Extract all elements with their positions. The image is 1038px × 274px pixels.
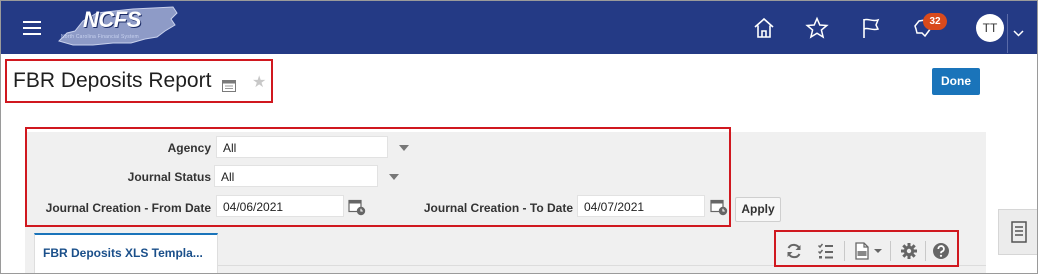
- journal-status-dropdown-icon[interactable]: [389, 174, 399, 180]
- menu-icon[interactable]: [23, 21, 41, 35]
- from-date-input[interactable]: 04/06/2021: [216, 195, 344, 217]
- refresh-icon[interactable]: [785, 242, 803, 260]
- to-date-label: Journal Creation - To Date: [423, 201, 573, 215]
- apply-button[interactable]: Apply: [735, 197, 781, 222]
- to-date-calendar-icon[interactable]: [710, 198, 728, 216]
- export-icon[interactable]: [854, 242, 884, 260]
- toolbar-separator: [925, 241, 926, 261]
- page-title: FBR Deposits Report: [13, 69, 212, 92]
- from-date-label: Journal Creation - From Date: [45, 201, 211, 215]
- toolbar-separator: [890, 241, 891, 261]
- favorite-star-icon[interactable]: ★: [252, 75, 266, 91]
- tab-label: FBR Deposits XLS Templa...: [43, 246, 203, 260]
- user-avatar[interactable]: TT: [976, 14, 1004, 42]
- journal-status-label: Journal Status: [127, 170, 211, 184]
- done-button[interactable]: Done: [932, 68, 980, 95]
- help-icon[interactable]: [932, 242, 950, 260]
- side-panel-toggle[interactable]: [998, 209, 1037, 255]
- document-panel-icon: [1011, 221, 1027, 243]
- chevron-down-icon: [1013, 30, 1024, 37]
- settings-icon[interactable]: [900, 242, 918, 260]
- home-icon[interactable]: [752, 16, 776, 40]
- checklist-icon[interactable]: [817, 242, 835, 260]
- logo-subtext: North Carolina Financial System: [61, 34, 139, 40]
- app-window: NCFS North Carolina Financial System 32 …: [0, 0, 1038, 274]
- agency-label: Agency: [167, 141, 211, 155]
- flag-icon[interactable]: [859, 16, 883, 40]
- agency-dropdown-icon[interactable]: [399, 145, 409, 151]
- tab-fbr-deposits-xls-template[interactable]: FBR Deposits XLS Templa...: [34, 233, 218, 273]
- journal-status-select[interactable]: All: [214, 165, 378, 187]
- logo-text: NCFS: [83, 7, 141, 32]
- star-icon[interactable]: [805, 16, 829, 40]
- calendar-icon[interactable]: [222, 79, 236, 92]
- toolbar-separator: [844, 241, 845, 261]
- ncfs-logo[interactable]: NCFS North Carolina Financial System: [53, 3, 181, 51]
- notification-badge: 32: [923, 13, 947, 30]
- user-menu-button[interactable]: [1007, 14, 1028, 53]
- to-date-input[interactable]: 04/07/2021: [577, 195, 705, 217]
- top-bar: NCFS North Carolina Financial System 32 …: [1, 1, 1037, 54]
- from-date-calendar-icon[interactable]: [348, 198, 366, 216]
- agency-select[interactable]: All: [216, 136, 388, 158]
